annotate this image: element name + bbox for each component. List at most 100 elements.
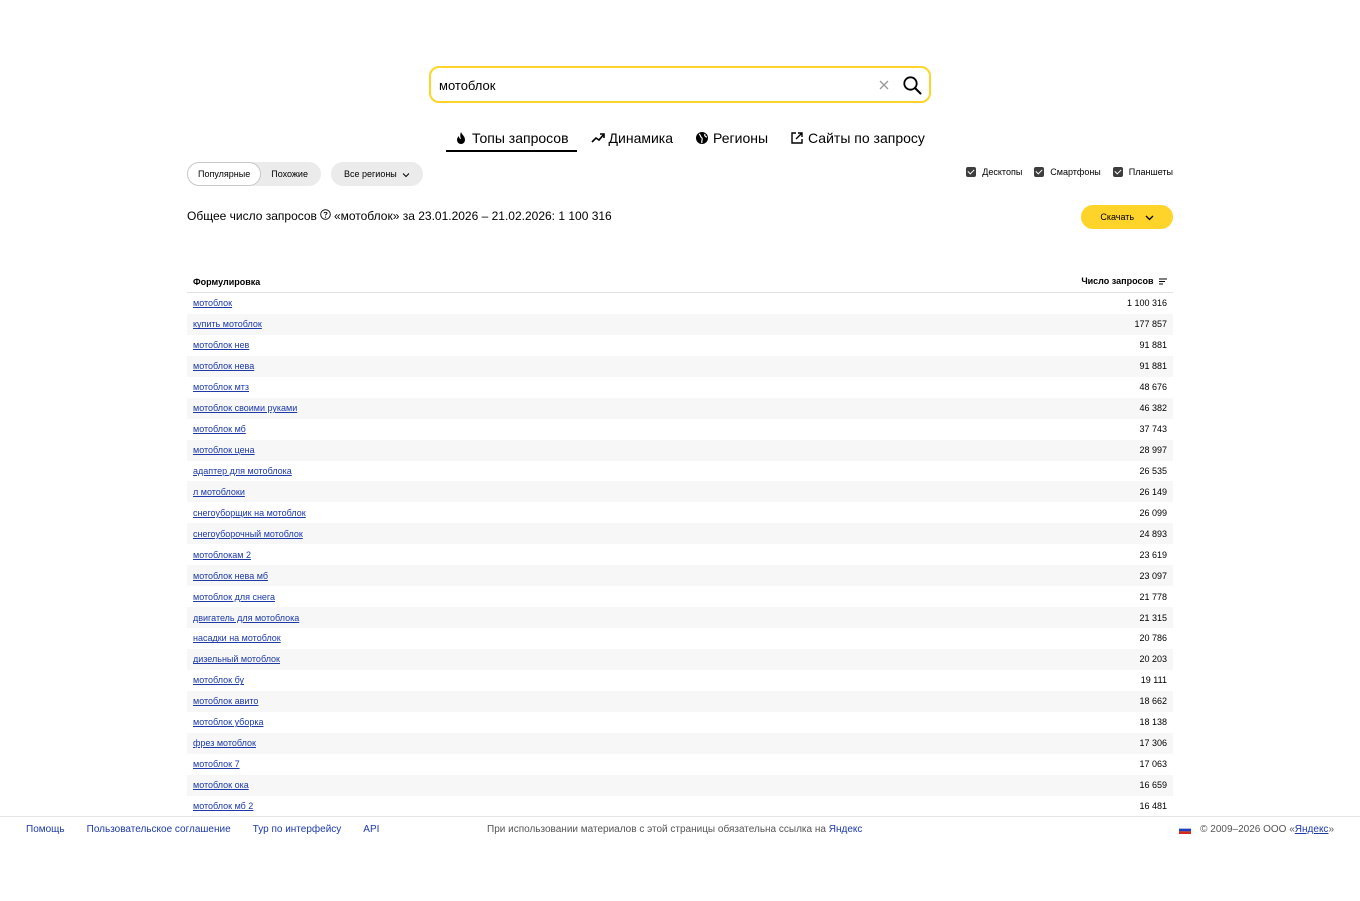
mode-switch: Популярные Похожие — [187, 162, 321, 186]
query-link[interactable]: мотоблок нева мб — [193, 571, 268, 581]
query-link[interactable]: мотоблокам 2 — [193, 550, 251, 560]
chevron-down-icon — [1145, 215, 1154, 221]
yandex-link[interactable]: Яндекс — [829, 824, 863, 835]
query-count: 91 881 — [1139, 340, 1167, 351]
query-count: 46 382 — [1139, 403, 1167, 414]
query-count: 18 662 — [1139, 696, 1167, 707]
query-count: 48 676 — [1139, 382, 1167, 393]
agreement-link[interactable]: Пользовательское соглашение — [87, 824, 231, 835]
clear-icon[interactable] — [875, 76, 893, 94]
similar-option[interactable]: Похожие — [261, 162, 318, 186]
desktop-checkbox[interactable]: Десктопы — [966, 167, 1022, 177]
query-count: 26 149 — [1139, 486, 1167, 497]
tab-dynamics[interactable]: Динамика — [583, 126, 681, 150]
query-link[interactable]: адаптер для мотоблока — [193, 466, 292, 476]
chevron-down-icon — [402, 163, 410, 187]
query-count: 16 481 — [1139, 800, 1167, 811]
copyright: © 2009–2026 ООО «Яндекс» — [1179, 824, 1334, 835]
query-link[interactable]: мотоблок мтз — [193, 382, 249, 392]
table-row: мотоблок для снега 21 778 — [187, 586, 1173, 608]
query-link[interactable]: л мотоблоки — [193, 487, 245, 497]
checkbox-icon — [966, 167, 977, 177]
column-count[interactable]: Число запросов — [1081, 276, 1167, 287]
table-row: дизельный мотоблок 20 203 — [187, 648, 1173, 670]
query-link[interactable]: дизельный мотоблок — [193, 654, 280, 664]
table-row: мотоблок уборка 18 138 — [187, 711, 1173, 733]
copyright-prefix: © 2009–2026 ООО « — [1200, 824, 1295, 835]
table-row: мотоблок своими руками 46 382 — [187, 397, 1173, 419]
table-row: мотоблок 1 100 316 — [187, 293, 1173, 314]
queries-table: Формулировка Число запросов мотоблок 1 10… — [187, 271, 1173, 817]
api-link[interactable]: API — [363, 824, 379, 835]
table-row: снегоуборщик на мотоблок 26 099 — [187, 502, 1173, 524]
query-link[interactable]: мотоблок 7 — [193, 759, 240, 769]
table-body: мотоблок 1 100 316 купить мотоблок 177 857 м… — [187, 293, 1173, 817]
download-button[interactable]: Скачать — [1081, 205, 1173, 229]
tabs: Топы запросов Динамика Регионы Сайты по … — [446, 126, 939, 152]
query-count: 37 743 — [1139, 424, 1167, 435]
query-count: 17 063 — [1139, 759, 1167, 770]
query-link[interactable]: фрез мотоблок — [193, 738, 256, 748]
query-link[interactable]: мотоблок мб 2 — [193, 801, 253, 811]
query-count: 18 138 — [1139, 717, 1167, 728]
search-input[interactable] — [439, 74, 859, 96]
query-link[interactable]: мотоблок для снега — [193, 592, 275, 602]
regions-dropdown[interactable]: Все регионы — [331, 162, 423, 186]
query-count: 91 881 — [1139, 361, 1167, 372]
table-row: мотоблок нева мб 23 097 — [187, 565, 1173, 587]
query-count: 23 097 — [1139, 570, 1167, 581]
query-count: 21 778 — [1139, 591, 1167, 602]
query-link[interactable]: мотоблок нева — [193, 361, 254, 371]
table-row: мотоблок нева 91 881 — [187, 355, 1173, 377]
query-link[interactable]: снегоуборщик на мотоблок — [193, 508, 306, 518]
table-row: мотоблок мб 37 743 — [187, 418, 1173, 440]
query-link[interactable]: мотоблок ока — [193, 780, 249, 790]
search-icon[interactable] — [901, 74, 923, 96]
table-row: мотоблокам 2 23 619 — [187, 544, 1173, 566]
tab-label: Регионы — [713, 130, 769, 146]
table-row: мотоблок нев 91 881 — [187, 334, 1173, 356]
query-link[interactable]: мотоблок своими руками — [193, 403, 297, 413]
query-link[interactable]: мотоблок нев — [193, 340, 249, 350]
query-count: 26 099 — [1139, 507, 1167, 518]
table-row: насадки на мотоблок 20 786 — [187, 628, 1173, 649]
query-count: 19 111 — [1140, 675, 1167, 686]
query-count: 16 659 — [1139, 780, 1167, 791]
tablet-checkbox[interactable]: Планшеты — [1112, 167, 1173, 177]
smartphone-checkbox[interactable]: Смартфоны — [1034, 167, 1101, 177]
table-header: Формулировка Число запросов — [187, 271, 1173, 293]
search-box[interactable] — [429, 66, 931, 103]
copyright-yandex-link[interactable]: Яндекс — [1295, 824, 1329, 835]
checkbox-icon — [1112, 167, 1123, 177]
query-link[interactable]: мотоблок авито — [193, 696, 258, 706]
query-link[interactable]: мотоблок цена — [193, 445, 255, 455]
help-link[interactable]: Помощь — [26, 824, 65, 835]
trend-up-icon — [590, 133, 605, 143]
tour-link[interactable]: Тур по интерфейсу — [253, 824, 342, 835]
globe-icon — [696, 132, 709, 144]
query-count: 17 306 — [1139, 738, 1167, 749]
query-link[interactable]: мотоблок бу — [193, 675, 244, 685]
query-count: 23 619 — [1139, 549, 1167, 560]
query-link[interactable]: мотоблок — [193, 298, 232, 308]
query-link[interactable]: снегоуборочный мотоблок — [193, 529, 303, 539]
query-link[interactable]: насадки на мотоблок — [193, 633, 281, 643]
total-text: «мотоблок» за 23.01.2026 – 21.02.2026: 1… — [333, 209, 612, 223]
column-phrase: Формулировка — [193, 276, 261, 287]
tab-regions[interactable]: Регионы — [687, 126, 776, 150]
query-count: 177 857 — [1134, 319, 1167, 330]
tab-sites[interactable]: Сайты по запросу — [782, 126, 933, 150]
question-icon[interactable] — [320, 209, 331, 223]
tab-label: Топы запросов — [472, 130, 569, 146]
query-count: 20 203 — [1139, 654, 1167, 665]
tab-tops[interactable]: Топы запросов — [446, 126, 577, 152]
column-count-label: Число запросов — [1081, 276, 1154, 287]
query-link[interactable]: мотоблок мб — [193, 424, 246, 434]
popular-option[interactable]: Популярные — [187, 162, 262, 186]
query-link[interactable]: купить мотоблок — [193, 319, 262, 329]
query-link[interactable]: двигатель для мотоблока — [193, 613, 299, 623]
flame-icon — [457, 132, 465, 144]
query-count: 21 315 — [1139, 612, 1167, 623]
footer-notice: При использовании материалов с этой стра… — [487, 824, 862, 835]
query-link[interactable]: мотоблок уборка — [193, 717, 263, 727]
